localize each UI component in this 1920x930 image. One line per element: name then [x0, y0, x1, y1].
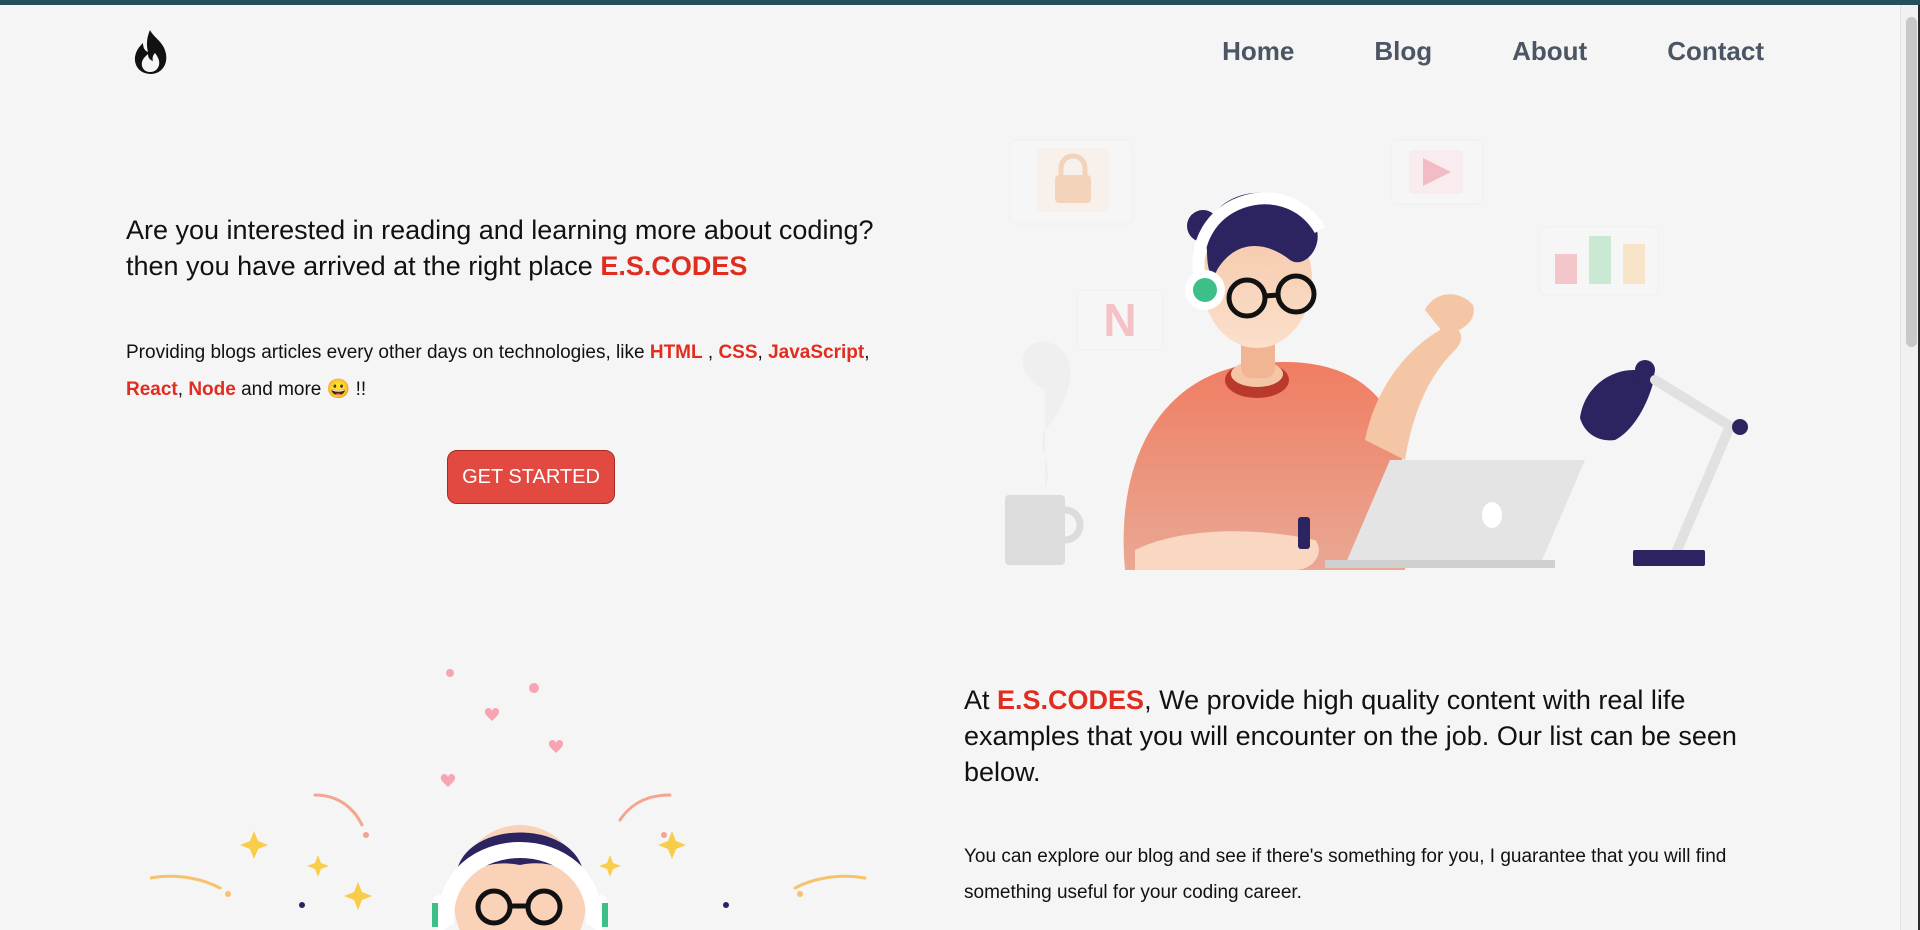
tech-html: HTML	[649, 342, 703, 363]
hero-end-text: and more	[241, 379, 322, 400]
hero-intro-text: Providing blogs articles every other day…	[126, 342, 645, 363]
separator: ,	[864, 342, 870, 363]
play-card-icon	[1390, 139, 1484, 205]
get-started-button[interactable]: GET STARTED	[447, 450, 615, 504]
brand-name: E.S.CODES	[600, 251, 748, 281]
separator: ,	[757, 342, 763, 363]
page-scrollbar[interactable]	[1900, 5, 1920, 930]
steam-shape	[1022, 341, 1071, 490]
hero-heading-line1: Are you interested in reading and learni…	[126, 215, 874, 245]
flame-icon[interactable]	[130, 28, 172, 76]
main-nav: Home Blog About Contact	[1222, 36, 1764, 67]
hero-heading-line2: then you have arrived at the right place	[126, 251, 593, 281]
hero-heading: Are you interested in reading and learni…	[126, 212, 946, 284]
nav-about-link[interactable]: About	[1512, 36, 1587, 67]
separator: ,	[177, 379, 184, 400]
nav-blog-link[interactable]: Blog	[1374, 36, 1432, 67]
developer-at-desk-illustration: N	[1005, 139, 1748, 570]
bar-chart-card-icon	[1539, 226, 1659, 296]
exclaim-text: !!	[355, 379, 367, 400]
hero-description: Providing blogs articles every other day…	[126, 334, 926, 408]
scrollbar-thumb[interactable]	[1906, 17, 1917, 347]
mug-icon	[1005, 495, 1084, 565]
n-card-icon: N	[1076, 289, 1164, 351]
developer-head	[432, 825, 608, 930]
nav-contact-link[interactable]: Contact	[1667, 36, 1764, 67]
about-brand-name: E.S.CODES	[997, 685, 1145, 715]
desk-lamp-icon	[1580, 360, 1748, 566]
about-description: You can explore our blog and see if ther…	[964, 846, 1727, 903]
tech-node: Node	[188, 379, 236, 400]
tech-react: React	[126, 379, 178, 400]
tech-javascript: JavaScript	[768, 342, 865, 363]
tech-css: CSS	[718, 342, 758, 363]
lock-card-icon	[1009, 139, 1133, 225]
nav-home-link[interactable]: Home	[1222, 36, 1294, 67]
celebrating-developer-illustration	[150, 669, 867, 930]
grin-emoji: 😀	[326, 379, 351, 400]
hearts-decoration	[440, 669, 564, 787]
n-card-letter: N	[1103, 294, 1136, 346]
top-accent-bar	[0, 0, 1920, 5]
about-heading: At E.S.CODES, We provide high quality co…	[964, 682, 1754, 790]
about-prefix: At	[964, 685, 990, 715]
separator: ,	[702, 342, 714, 363]
